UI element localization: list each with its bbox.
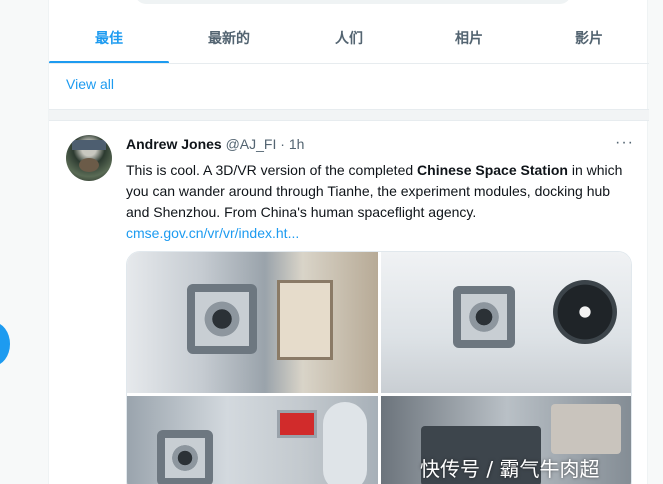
media-photo-1[interactable]: [127, 252, 378, 393]
section-divider: [49, 109, 649, 121]
tab-latest[interactable]: 最新的: [169, 14, 289, 64]
tweet-timestamp[interactable]: 1h: [289, 136, 305, 152]
tabs-divider: [49, 63, 649, 64]
tab-photos[interactable]: 相片: [409, 14, 529, 64]
view-all-link[interactable]: View all: [66, 76, 114, 92]
author-name[interactable]: Andrew Jones: [126, 136, 222, 152]
watermark-text: 快传号 / 霸气牛肉超: [420, 457, 600, 481]
tweet-link[interactable]: cmse.gov.cn/vr/vr/index.ht...: [126, 225, 299, 241]
tweet-text-part: This is cool. A 3D/VR version of the com…: [126, 162, 418, 178]
tweet-text: This is cool. A 3D/VR version of the com…: [126, 160, 626, 244]
separator-dot: ·: [280, 136, 285, 152]
search-bar[interactable]: [135, 0, 571, 4]
more-options-icon[interactable]: ···: [615, 134, 634, 152]
tab-top[interactable]: 最佳: [49, 14, 169, 64]
tab-people[interactable]: 人们: [289, 14, 409, 64]
tab-videos[interactable]: 影片: [529, 14, 649, 64]
main-column: 最佳 最新的 人们 相片 影片 View all Andrew Jones @A…: [48, 0, 649, 484]
author-handle[interactable]: @AJ_FI: [226, 136, 277, 152]
tweet-text-bold: Chinese Space Station: [417, 162, 568, 178]
media-photo-2[interactable]: [381, 252, 631, 393]
search-tabs: 最佳 最新的 人们 相片 影片: [49, 14, 649, 64]
avatar[interactable]: [66, 135, 112, 181]
tweet-header: Andrew Jones @AJ_FI · 1h: [126, 136, 304, 152]
tweet-media-grid: [126, 251, 632, 484]
compose-button[interactable]: [0, 322, 10, 366]
media-photo-3[interactable]: [127, 396, 378, 484]
